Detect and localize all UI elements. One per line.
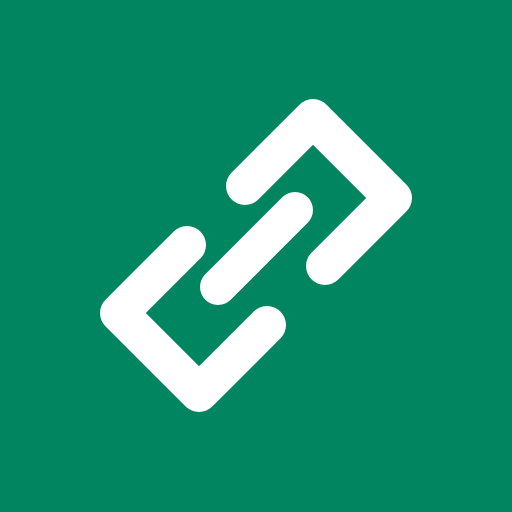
app-icon[interactable] xyxy=(0,0,512,512)
link-icon xyxy=(0,0,512,512)
